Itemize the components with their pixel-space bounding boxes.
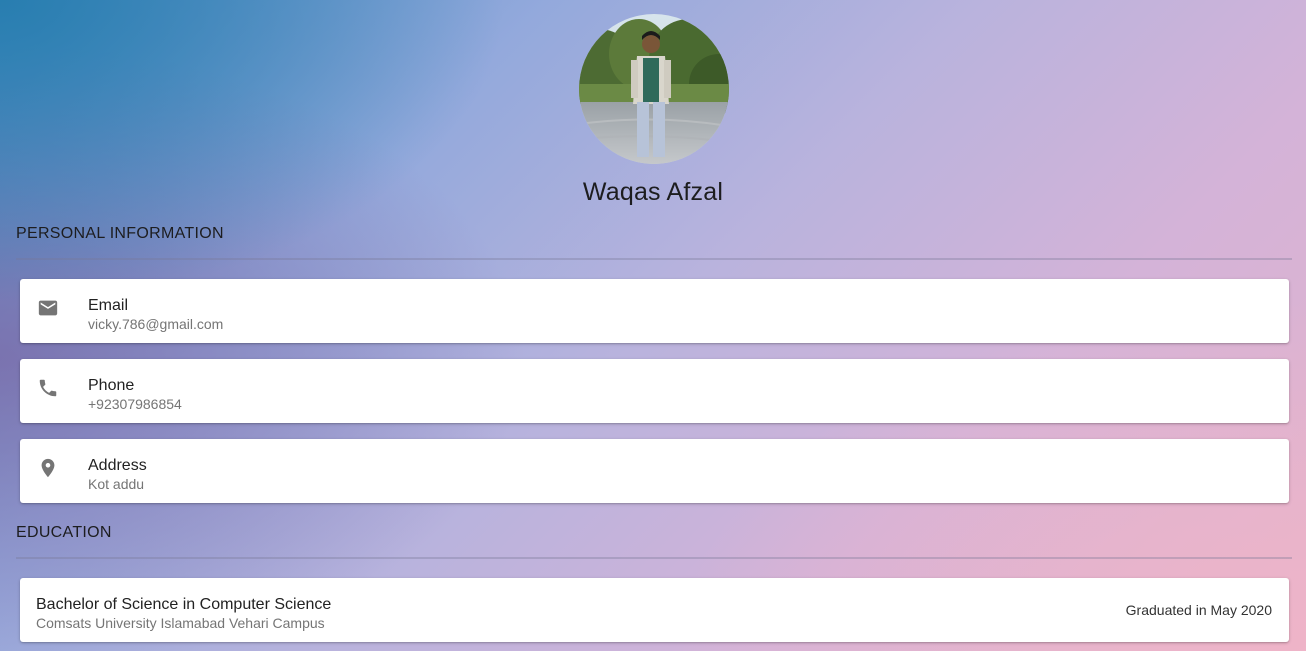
phone-label: Phone	[88, 377, 135, 394]
profile-avatar	[579, 14, 729, 164]
address-label: Address	[88, 457, 147, 474]
section-title-personal-information: PERSONAL INFORMATION	[16, 225, 224, 242]
phone-icon	[39, 379, 57, 397]
email-card[interactable]: Email vicky.786@gmail.com	[20, 279, 1289, 343]
address-value: Kot addu	[88, 476, 145, 492]
profile-name: Waqas Afzal	[582, 178, 724, 206]
location-pin-icon	[41, 458, 55, 478]
section-title-education: EDUCATION	[16, 524, 112, 541]
address-card[interactable]: Address Kot addu	[20, 439, 1289, 503]
section-divider	[16, 258, 1292, 260]
education-card[interactable]: Bachelor of Science in Computer Science …	[20, 578, 1289, 642]
phone-card[interactable]: Phone +92307986854	[20, 359, 1289, 423]
profile-photo	[579, 14, 729, 164]
section-divider	[16, 557, 1292, 559]
education-school: Comsats University Islamabad Vehari Camp…	[36, 615, 325, 631]
phone-value: +92307986854	[88, 396, 182, 412]
email-label: Email	[88, 297, 129, 314]
education-graduation-date: Graduated in May 2020	[1125, 602, 1272, 618]
email-value: vicky.786@gmail.com	[88, 316, 224, 332]
email-icon	[38, 300, 58, 316]
education-degree: Bachelor of Science in Computer Science	[36, 596, 332, 613]
